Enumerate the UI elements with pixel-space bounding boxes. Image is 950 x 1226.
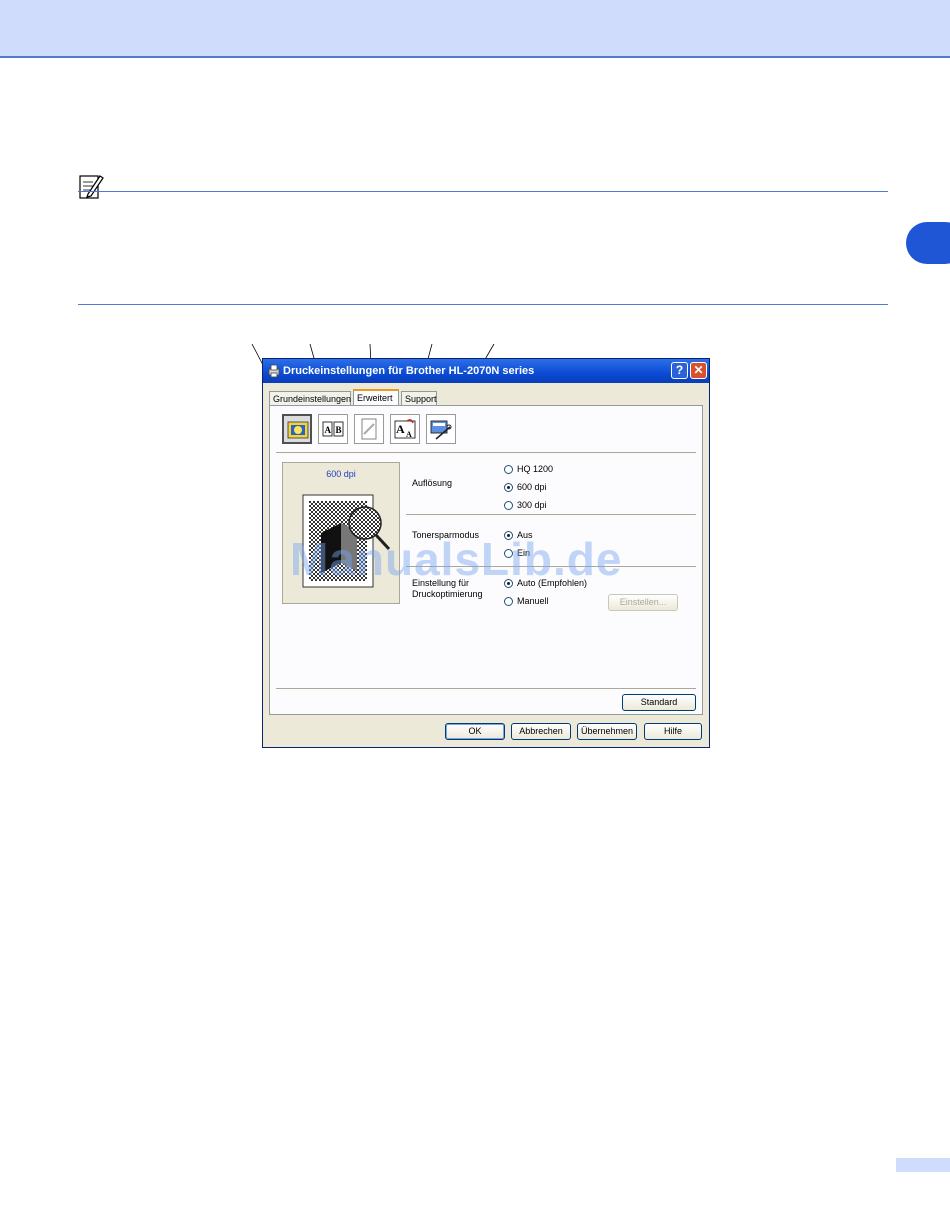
resolution-label: Auflösung [412,478,453,488]
apply-button[interactable]: Übernehmen [577,723,637,740]
ok-button[interactable]: OK [445,723,505,740]
radio-opt-manual-label: Manuell [517,596,549,606]
print-optimization-label-line2: Druckoptimierung [412,589,483,599]
page-header-band [0,0,950,58]
page-setting-icon: A A [394,419,416,439]
dialog-titlebar[interactable]: Druckeinstellungen für Brother HL-2070N … [263,359,709,383]
svg-text:A: A [396,422,405,436]
watermark-text: ManualsLib.de [290,533,623,585]
toolbar-device-options-button[interactable] [426,414,456,444]
svg-text:A: A [325,425,332,435]
radio-600dpi-circle[interactable] [504,483,513,493]
printer-icon [268,364,280,378]
radio-300dpi[interactable]: 300 dpi [504,500,547,511]
radio-opt-manual[interactable]: Manuell [504,596,549,607]
note-divider-bottom [78,304,888,305]
duplex-icon: A B [322,421,344,437]
tab-support[interactable]: Support [401,391,437,405]
page-number-band [896,1158,950,1172]
radio-hq1200-circle[interactable] [504,465,513,475]
toolbar-page-setting-button[interactable]: A A [390,414,420,444]
dialog-title: Druckeinstellungen für Brother HL-2070N … [283,365,535,377]
close-title-button[interactable]: ✕ [690,362,707,379]
radio-300dpi-label: 300 dpi [517,500,547,510]
tab-grundeinstellungen[interactable]: Grundeinstellungen [269,391,351,405]
toolbar-watermark-button[interactable] [354,414,384,444]
note-divider-top [78,191,888,192]
toolbar-duplex-button[interactable]: A B [318,414,348,444]
tab-erweitert[interactable]: Erweitert [353,389,399,406]
resolution-separator [406,514,696,515]
radio-hq1200[interactable]: HQ 1200 [504,464,554,475]
chapter-tab [906,222,950,264]
cancel-button[interactable]: Abbrechen [511,723,571,740]
radio-300dpi-circle[interactable] [504,501,513,511]
settings-button[interactable]: Einstellen... [608,594,678,611]
device-options-icon [430,420,452,440]
radio-600dpi[interactable]: 600 dpi [504,482,547,493]
toolbar-print-quality-button[interactable] [282,414,312,444]
help-title-button[interactable]: ? [671,362,688,379]
svg-text:A: A [406,430,412,439]
watermark-icon [361,418,377,440]
radio-600dpi-label: 600 dpi [517,482,547,492]
standard-button[interactable]: Standard [622,694,696,711]
radio-opt-manual-circle[interactable] [504,597,513,607]
bottom-separator [276,688,696,689]
preview-resolution-label: 600 dpi [326,469,356,479]
help-button[interactable]: Hilfe [644,723,702,740]
radio-hq1200-label: HQ 1200 [517,464,554,474]
svg-text:B: B [336,425,342,435]
note-pencil-icon [79,175,104,199]
toolbar-separator [276,452,696,453]
print-quality-icon [287,421,309,439]
